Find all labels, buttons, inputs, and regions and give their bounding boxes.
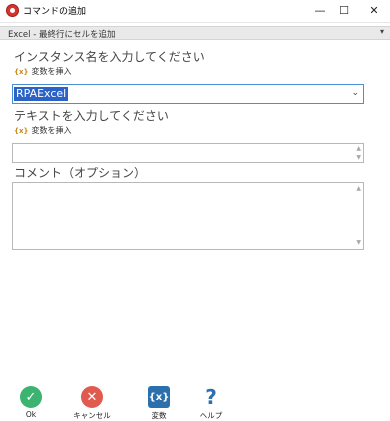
help-button[interactable]: ? ヘルプ	[186, 385, 236, 421]
insert-variable-label: 変数を挿入	[31, 126, 72, 135]
cancel-button[interactable]: ✕ キャンセル	[67, 386, 117, 421]
variables-button[interactable]: {x} 変数	[134, 386, 184, 421]
scroll-down-icon[interactable]: ▼	[356, 239, 361, 246]
close-button[interactable]: ✕	[360, 0, 388, 22]
window-title: コマンドの追加	[23, 7, 87, 17]
help-label: ヘルプ	[199, 411, 223, 420]
text-insert-variable-link[interactable]: {x} 変数を挿入	[14, 125, 71, 136]
instance-name-label: インスタンス名を入力してください	[14, 50, 205, 64]
scroll-up-icon[interactable]: ▲	[356, 185, 361, 192]
text-input[interactable]: ▲ ▼	[12, 143, 364, 163]
command-select[interactable]: Excel - 最終行にセルを追加 ▾	[0, 26, 390, 40]
comment-label: コメント（オプション）	[14, 166, 147, 180]
command-select-value: Excel - 最終行にセルを追加	[8, 30, 116, 40]
instance-name-value: RPAExcel	[14, 87, 69, 101]
variables-icon: {x}	[148, 386, 170, 408]
ok-button[interactable]: ✓ Ok	[6, 386, 56, 419]
title-bar: コマンドの追加 — ☐ ✕	[0, 0, 390, 23]
cancel-x-icon: ✕	[81, 386, 103, 408]
maximize-button[interactable]: ☐	[330, 0, 358, 22]
variables-label: 変数	[151, 411, 167, 420]
comment-textarea[interactable]: ▲ ▼	[12, 182, 364, 250]
scroll-down-icon[interactable]: ▼	[356, 154, 361, 161]
variable-icon: {x}	[14, 127, 29, 135]
dropdown-arrow-icon[interactable]: ▾	[380, 27, 384, 36]
scroll-up-icon[interactable]: ▲	[356, 145, 361, 152]
help-question-icon: ?	[205, 385, 217, 409]
cancel-label: キャンセル	[73, 411, 111, 420]
chevron-down-icon[interactable]: ⌄	[351, 88, 359, 98]
ok-label: Ok	[25, 410, 37, 419]
app-logo-icon	[6, 4, 19, 17]
variable-icon: {x}	[14, 68, 29, 76]
checkmark-icon: ✓	[20, 386, 42, 408]
instance-insert-variable-link[interactable]: {x} 変数を挿入	[14, 66, 71, 77]
text-label: テキストを入力してください	[14, 109, 169, 123]
insert-variable-label: 変数を挿入	[31, 67, 72, 76]
instance-name-combobox[interactable]: RPAExcel ⌄	[12, 84, 364, 104]
